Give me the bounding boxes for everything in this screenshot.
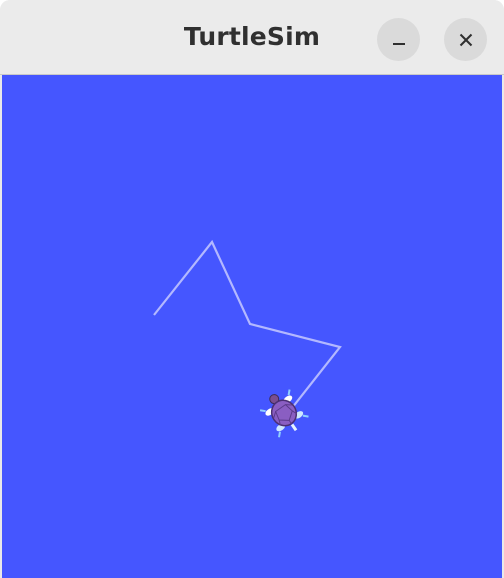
turtlesim-window: TurtleSim [0,0,504,578]
close-button[interactable] [444,18,487,61]
window-title: TurtleSim [183,22,321,51]
turtle-canvas [2,75,502,578]
minimize-icon [392,42,405,45]
title-bar[interactable]: TurtleSim [0,0,504,75]
pen-trail [153,239,342,409]
close-icon [459,33,472,46]
turtle-drawing [153,239,342,438]
minimize-button[interactable] [377,18,420,61]
